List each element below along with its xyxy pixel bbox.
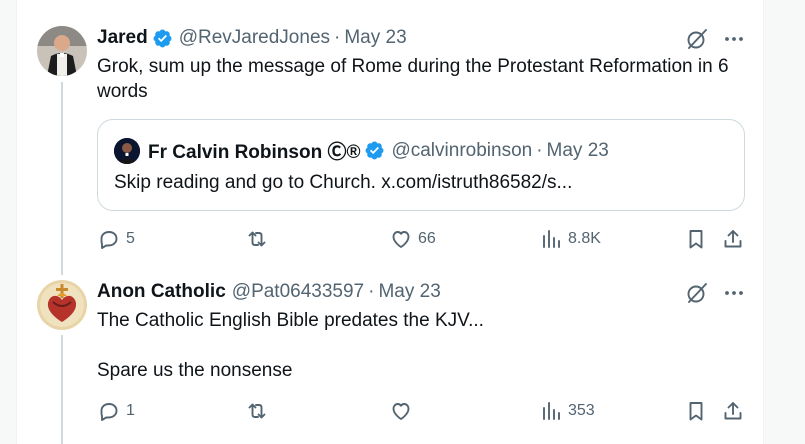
- quoted-author-handle: @calvinrobinson: [391, 139, 533, 161]
- separator-dot: ·: [334, 27, 341, 48]
- views-button[interactable]: 8.8K: [539, 227, 601, 251]
- avatar-calvin-image: [114, 137, 140, 164]
- reply-icon: [100, 231, 118, 249]
- quoted-header: Fr Calvin Robinson Ⓒ® @calvinrobinson · …: [114, 137, 609, 164]
- share-icon: [724, 402, 742, 420]
- retweet-icon: [248, 403, 266, 419]
- views-icon: [543, 402, 560, 420]
- quoted-author-name[interactable]: Fr Calvin Robinson Ⓒ®: [148, 137, 360, 164]
- like-icon: [392, 231, 410, 248]
- like-icon: [392, 403, 410, 420]
- tweet-header: Anon Catholic @Pat06433597 · May 23: [97, 281, 441, 303]
- tweet-jared[interactable]: Jared @RevJaredJones · May 23 Grok, sum …: [17, 0, 765, 275]
- views-button[interactable]: 353: [539, 399, 595, 423]
- tweet-top-icons: [685, 27, 745, 51]
- avatar-calvin: [114, 137, 140, 164]
- bookmark-icon: [689, 402, 703, 421]
- tweet-anon-catholic[interactable]: Anon Catholic @Pat06433597 · May 23 The …: [17, 275, 765, 444]
- reply-button[interactable]: 5: [97, 227, 135, 251]
- bookmark-button[interactable]: [684, 227, 713, 251]
- like-count: 66: [418, 230, 436, 247]
- separator-dot: ·: [368, 281, 375, 302]
- reply-icon: [100, 403, 118, 421]
- author-name[interactable]: Jared: [97, 27, 148, 49]
- quoted-date: May 23: [546, 139, 609, 161]
- views-count: 8.8K: [568, 230, 601, 247]
- avatar-jared-image: [37, 26, 87, 76]
- share-button[interactable]: [721, 227, 750, 251]
- retweet-button[interactable]: [245, 399, 274, 423]
- avatar-anon-catholic[interactable]: [37, 280, 87, 330]
- more-icon[interactable]: [723, 282, 745, 304]
- avatar-jared[interactable]: [37, 26, 87, 76]
- verified-badge-icon: [153, 29, 172, 47]
- views-count: 353: [568, 402, 595, 419]
- action-bar: 5 66 8.8K: [97, 227, 757, 251]
- quoted-tweet[interactable]: Fr Calvin Robinson Ⓒ® @calvinrobinson · …: [97, 119, 745, 211]
- avatar-anon-catholic-image: [37, 280, 87, 330]
- retweet-icon: [248, 231, 266, 247]
- author-name[interactable]: Anon Catholic: [97, 281, 226, 303]
- tweet-top-icons: [685, 281, 745, 305]
- like-button[interactable]: [389, 399, 418, 423]
- separator-dot: ·: [536, 139, 543, 161]
- bookmark-button[interactable]: [684, 399, 713, 423]
- tweet-date[interactable]: May 23: [378, 281, 440, 303]
- reply-button[interactable]: 1: [97, 399, 135, 423]
- share-button[interactable]: [721, 399, 750, 423]
- thread-line: [61, 82, 63, 275]
- thread-line: [61, 335, 63, 444]
- tweet-text: The Catholic English Bible predates the …: [97, 310, 484, 381]
- bookmark-icon: [689, 230, 703, 249]
- like-button[interactable]: 66: [389, 227, 436, 251]
- share-icon: [724, 230, 742, 248]
- quoted-text: Skip reading and go to Church. x.com/ist…: [114, 172, 573, 193]
- views-icon: [543, 230, 560, 248]
- tweet-text: Grok, sum up the message of Rome during …: [97, 56, 734, 102]
- more-icon[interactable]: [723, 28, 745, 50]
- tweet-date[interactable]: May 23: [344, 27, 406, 49]
- timeline-column: Jared @RevJaredJones · May 23 Grok, sum …: [16, 0, 764, 444]
- reply-count: 1: [126, 402, 135, 419]
- author-handle[interactable]: @Pat06433597: [232, 281, 364, 303]
- reply-count: 5: [126, 230, 135, 247]
- grok-icon[interactable]: [685, 27, 709, 51]
- retweet-button[interactable]: [245, 227, 274, 251]
- action-bar: 1 353: [97, 399, 757, 423]
- grok-icon[interactable]: [685, 281, 709, 305]
- author-handle[interactable]: @RevJaredJones: [179, 27, 330, 49]
- tweet-header: Jared @RevJaredJones · May 23: [97, 27, 407, 49]
- verified-badge-icon: [365, 141, 384, 160]
